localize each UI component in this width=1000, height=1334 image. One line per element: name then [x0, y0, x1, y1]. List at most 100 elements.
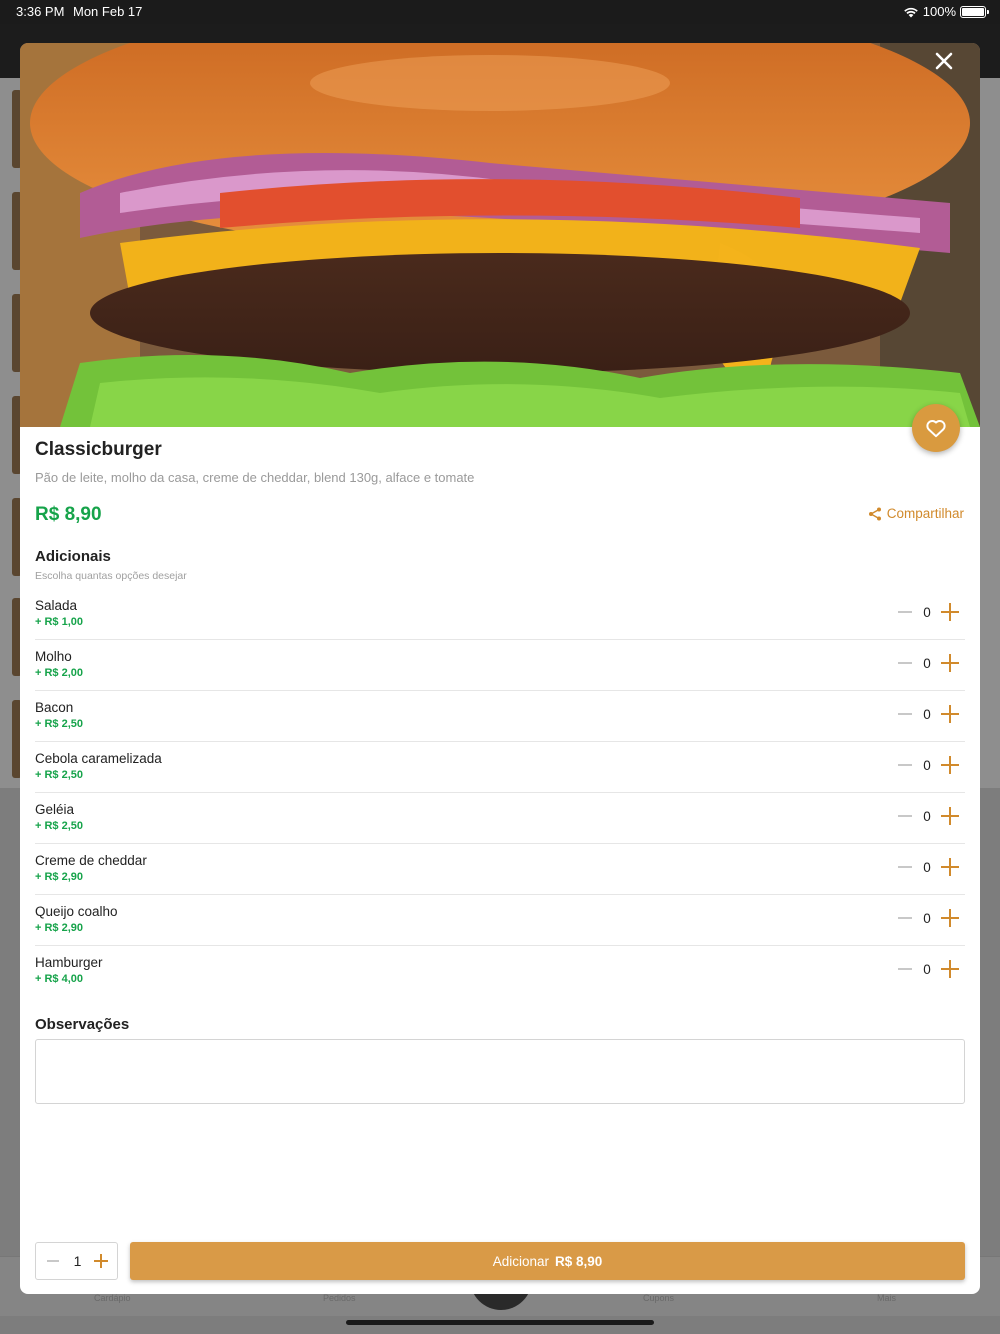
increase-button[interactable]: [941, 807, 959, 825]
quantity-value: 1: [73, 1253, 82, 1269]
addon-stepper: 0: [897, 603, 959, 621]
addon-row: Bacon + R$ 2,50 0: [35, 691, 965, 742]
quantity-stepper: 1: [35, 1242, 118, 1280]
addon-quantity: 0: [923, 757, 931, 773]
decrease-button[interactable]: [897, 706, 913, 722]
addon-row: Hamburger + R$ 4,00 0: [35, 946, 965, 997]
observations-title: Observações: [35, 1016, 130, 1033]
addon-name: Cebola caramelizada: [35, 751, 162, 766]
increase-button[interactable]: [941, 654, 959, 672]
increase-quantity-button[interactable]: [94, 1254, 108, 1268]
addon-price: + R$ 2,00: [35, 667, 84, 679]
increase-button[interactable]: [941, 603, 959, 621]
addon-stepper: 0: [897, 756, 959, 774]
add-button-amount: R$ 8,90: [554, 1253, 603, 1269]
addon-price: + R$ 2,50: [35, 769, 84, 781]
minus-icon: [898, 917, 912, 919]
addon-quantity: 0: [923, 706, 931, 722]
minus-icon: [898, 662, 912, 664]
background-tab-label: Cardápio: [94, 1293, 131, 1303]
status-right: 100%: [903, 4, 989, 19]
addons-list: Salada + R$ 1,00 0 Molho + R$ 2,00 0 Bac…: [35, 589, 965, 997]
background-tab-label: Pedidos: [323, 1293, 356, 1303]
minus-icon: [898, 815, 912, 817]
addon-name: Hamburger: [35, 955, 103, 970]
add-to-cart-button[interactable]: Adicionar R$ 8,90: [130, 1242, 965, 1280]
decrease-button[interactable]: [897, 655, 913, 671]
decrease-button[interactable]: [897, 604, 913, 620]
share-button[interactable]: Compartilhar: [868, 506, 964, 521]
addon-price: + R$ 2,50: [35, 718, 84, 730]
increase-button[interactable]: [941, 756, 959, 774]
product-price: R$ 8,90: [35, 504, 102, 525]
background-tab-label: Mais: [877, 1293, 897, 1303]
addon-name: Salada: [35, 598, 78, 613]
addon-name: Creme de cheddar: [35, 853, 147, 868]
favorite-button[interactable]: [912, 404, 960, 452]
battery-percent: 100%: [922, 4, 956, 19]
addon-quantity: 0: [923, 655, 931, 671]
status-date: Mon Feb 17: [73, 4, 143, 19]
addon-row: Cebola caramelizada + R$ 2,50 0: [35, 742, 965, 793]
addon-price: + R$ 4,00: [35, 973, 84, 985]
share-icon: [868, 507, 881, 520]
close-icon: [935, 52, 953, 70]
addon-stepper: 0: [897, 807, 959, 825]
addon-row: Queijo coalho + R$ 2,90 0: [35, 895, 965, 946]
addon-stepper: 0: [897, 858, 959, 876]
addon-quantity: 0: [923, 961, 931, 977]
close-button[interactable]: [934, 51, 970, 87]
observations-input[interactable]: [35, 1039, 965, 1104]
addon-stepper: 0: [897, 654, 959, 672]
addons-subtitle: Escolha quantas opções desejar: [35, 570, 187, 582]
background-tab-label: Cupons: [643, 1293, 675, 1303]
addon-row: Creme de cheddar + R$ 2,90 0: [35, 844, 965, 895]
addon-price: + R$ 2,90: [35, 922, 84, 934]
decrease-button[interactable]: [897, 961, 913, 977]
addon-row: Geléia + R$ 2,50 0: [35, 793, 965, 844]
minus-icon: [898, 611, 912, 613]
addon-name: Bacon: [35, 700, 74, 715]
addon-name: Queijo coalho: [35, 904, 118, 919]
decrease-button[interactable]: [897, 859, 913, 875]
addon-price: + R$ 2,50: [35, 820, 84, 832]
increase-button[interactable]: [941, 909, 959, 927]
battery-icon: [960, 5, 989, 18]
addon-quantity: 0: [923, 808, 931, 824]
decrease-quantity-button[interactable]: [45, 1253, 61, 1269]
increase-button[interactable]: [941, 960, 959, 978]
addon-price: + R$ 2,90: [35, 871, 84, 883]
addon-quantity: 0: [923, 910, 931, 926]
wifi-icon: [903, 7, 918, 17]
minus-icon: [898, 866, 912, 868]
addon-stepper: 0: [897, 909, 959, 927]
addon-name: Geléia: [35, 802, 75, 817]
addon-row: Molho + R$ 2,00 0: [35, 640, 965, 691]
addon-quantity: 0: [923, 859, 931, 875]
decrease-button[interactable]: [897, 808, 913, 824]
increase-button[interactable]: [941, 858, 959, 876]
minus-icon: [47, 1260, 59, 1262]
add-button-label: Adicionar: [492, 1253, 549, 1269]
product-title: Classicburger: [35, 439, 162, 460]
home-indicator[interactable]: [346, 1320, 654, 1325]
addon-quantity: 0: [923, 604, 931, 620]
addon-row: Salada + R$ 1,00 0: [35, 589, 965, 640]
share-label: Compartilhar: [886, 506, 964, 521]
addon-stepper: 0: [897, 960, 959, 978]
minus-icon: [898, 764, 912, 766]
addon-stepper: 0: [897, 705, 959, 723]
minus-icon: [898, 968, 912, 970]
product-image: [20, 43, 980, 427]
addon-name: Molho: [35, 649, 72, 664]
addons-title: Adicionais: [35, 548, 111, 565]
product-modal: Classicburger Pão de leite, molho da cas…: [20, 43, 980, 1294]
product-description: Pão de leite, molho da casa, creme de ch…: [35, 470, 475, 485]
minus-icon: [898, 713, 912, 715]
burger-illustration: [20, 43, 980, 427]
decrease-button[interactable]: [897, 757, 913, 773]
increase-button[interactable]: [941, 705, 959, 723]
status-bar: 3:36 PM Mon Feb 17 100%: [0, 0, 1000, 24]
status-time: 3:36 PM: [16, 4, 65, 19]
decrease-button[interactable]: [897, 910, 913, 926]
